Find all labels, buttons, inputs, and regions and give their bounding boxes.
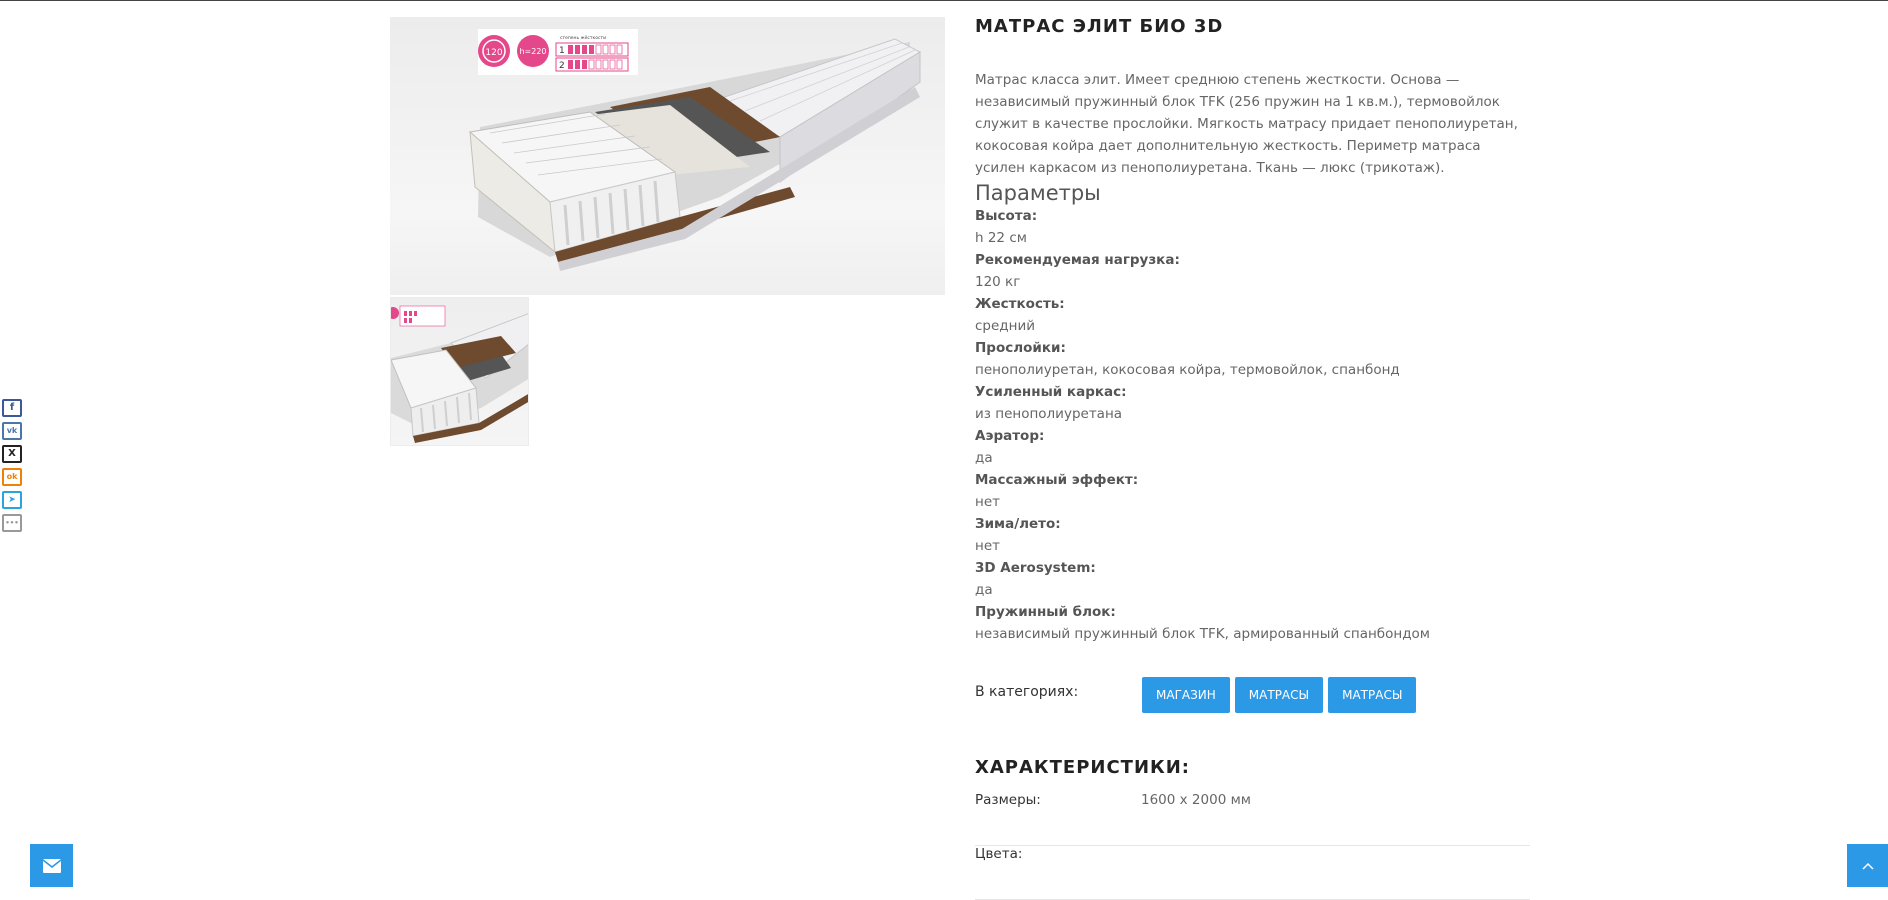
param-label: Жесткость: [975, 296, 1065, 312]
contact-mail-button[interactable] [30, 844, 73, 887]
envelope-icon [42, 858, 61, 873]
scroll-to-top-button[interactable] [1847, 844, 1888, 887]
char-row-colors: Цвета: [975, 846, 1530, 900]
param-label: Рекомендуемая нагрузка: [975, 252, 1180, 268]
param-label: Зима/лето: [975, 516, 1061, 532]
svg-text:120: 120 [485, 48, 502, 58]
facebook-icon[interactable]: f [2, 399, 22, 417]
params-list: Высота: h 22 см Рекомендуемая нагрузка: … [975, 205, 1530, 645]
param-value: да [975, 582, 993, 598]
param-label: 3D Aerosystem: [975, 560, 1096, 576]
category-tag-mattresses[interactable]: МАТРАСЫ [1234, 677, 1324, 713]
social-share-bar: f vk X ok ➤ ••• [2, 399, 24, 537]
svg-text:h=220: h=220 [519, 47, 546, 56]
product-badges: 120 h=220 степень жёсткости 1 2 [478, 29, 638, 75]
chevron-up-icon [1861, 862, 1874, 870]
product-thumbnail[interactable] [390, 297, 529, 446]
param-label: Пружинный блок: [975, 604, 1116, 620]
param-value: пенополиуретан, кокосовая койра, термово… [975, 362, 1400, 378]
x-twitter-icon[interactable]: X [2, 445, 22, 463]
characteristics-title: ХАРАКТЕРИСТИКИ: [975, 757, 1191, 778]
param-value: независимый пружинный блок TFK, армирова… [975, 626, 1430, 642]
product-info: МАТРАС ЭЛИТ БИО 3D Матрас класса элит. И… [975, 15, 1530, 645]
product-gallery: 120 h=220 степень жёсткости 1 2 [390, 17, 945, 446]
svg-text:степень жёсткости: степень жёсткости [560, 35, 606, 41]
param-value: нет [975, 538, 1000, 554]
param-value: из пенополиуретана [975, 406, 1123, 422]
param-value: 120 кг [975, 274, 1021, 290]
param-label: Массажный эффект: [975, 472, 1139, 488]
param-value: средний [975, 318, 1036, 334]
param-value: h 22 см [975, 230, 1027, 246]
characteristics-section: ХАРАКТЕРИСТИКИ: Размеры: 1600 x 2000 мм … [975, 757, 1530, 900]
char-key: Цвета: [975, 846, 1023, 862]
mattress-thumbnail-image [391, 305, 528, 443]
product-title: МАТРАС ЭЛИТ БИО 3D [975, 16, 1224, 37]
param-value: да [975, 450, 993, 466]
param-label: Аэратор: [975, 428, 1045, 444]
param-value: нет [975, 494, 1000, 510]
param-label: Усиленный каркас: [975, 384, 1127, 400]
char-value: 1600 x 2000 мм [1141, 792, 1251, 808]
vk-icon[interactable]: vk [2, 422, 22, 440]
mattress-illustration: 120 h=220 степень жёсткости 1 2 [468, 29, 922, 271]
product-main-image[interactable]: 120 h=220 степень жёсткости 1 2 [390, 17, 945, 295]
params-heading: Параметры [975, 181, 1101, 205]
param-label: Высота: [975, 208, 1038, 224]
categories-label: В категориях: [975, 684, 1079, 700]
char-row-size: Размеры: 1600 x 2000 мм [975, 792, 1530, 846]
category-tag-mattresses-2[interactable]: МАТРАСЫ [1328, 677, 1417, 713]
product-description: Матрас класса элит. Имеет среднюю степен… [975, 72, 1518, 176]
telegram-icon[interactable]: ➤ [2, 491, 22, 509]
param-label: Прослойки: [975, 340, 1066, 356]
thumbnail-strip [390, 297, 945, 446]
char-key: Размеры: [975, 792, 1041, 808]
odnoklassniki-icon[interactable]: ok [2, 468, 22, 486]
category-tag-shop[interactable]: МАГАЗИН [1142, 677, 1230, 713]
product-categories: В категориях: МАГАЗИН МАТРАСЫ МАТРАСЫ [975, 677, 1530, 713]
more-icon[interactable]: ••• [2, 514, 22, 532]
svg-text:1: 1 [559, 46, 565, 56]
svg-text:2: 2 [559, 61, 565, 71]
